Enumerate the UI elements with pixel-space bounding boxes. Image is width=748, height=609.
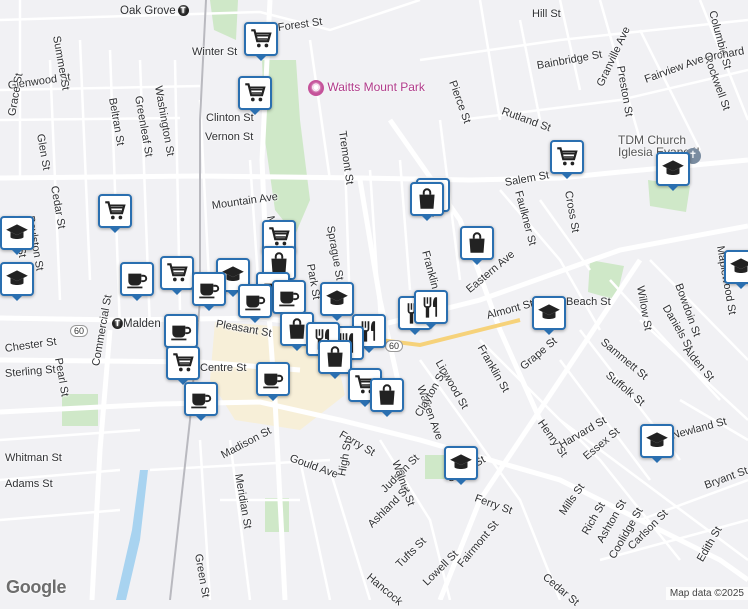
map-marker-coffee-cup[interactable] [238, 284, 272, 323]
coffee-cup-icon [124, 266, 150, 292]
school-icon [324, 286, 350, 312]
map-marker-shopping-bag[interactable] [318, 340, 352, 379]
transit-oak-grove[interactable]: Oak Grove T [120, 5, 189, 17]
shopping-bag-icon [464, 230, 490, 256]
road-commercial [89, 329, 113, 600]
map-marker-school[interactable] [444, 446, 478, 485]
shopping-cart-icon [554, 144, 580, 170]
map-marker-school[interactable] [640, 424, 674, 463]
street-label: Beach St [566, 296, 611, 308]
road-franklin [387, 118, 543, 422]
map-marker-shopping-bag[interactable] [460, 226, 494, 265]
map-marker-coffee-cup[interactable] [272, 280, 306, 319]
road-ferry [0, 399, 748, 583]
map-marker-shopping-bag[interactable] [410, 182, 444, 221]
transit-t-icon: T [177, 5, 189, 17]
school-icon [4, 220, 30, 246]
map-marker-school[interactable] [532, 296, 566, 335]
map-canvas[interactable]: ◉ Waitts Mount Park TDM ChurchIglesia Ev… [0, 0, 748, 609]
camera-icon: ◉ [308, 80, 324, 96]
shopping-bag-icon [322, 344, 348, 370]
map-marker-coffee-cup[interactable] [256, 362, 290, 401]
shopping-bag-icon [374, 382, 400, 408]
restaurant-icon [418, 294, 444, 320]
map-marker-shopping-cart[interactable] [160, 256, 194, 295]
coffee-cup-icon [196, 276, 222, 302]
river [116, 470, 148, 600]
coffee-cup-icon [260, 366, 286, 392]
map-marker-school[interactable] [0, 216, 34, 255]
map-marker-school[interactable] [320, 282, 354, 321]
map-marker-shopping-cart[interactable] [98, 194, 132, 233]
school-icon [728, 254, 748, 280]
coffee-cup-icon [276, 284, 302, 310]
street-label: Adams St [5, 478, 53, 490]
map-marker-shopping-cart[interactable] [550, 140, 584, 179]
shopping-cart-icon [242, 80, 268, 106]
transit-t-icon: T [112, 318, 123, 330]
map-marker-coffee-cup[interactable] [192, 272, 226, 311]
poi-waitts-mount-park[interactable]: ◉ Waitts Mount Park [308, 80, 425, 96]
map-marker-coffee-cup[interactable] [120, 262, 154, 301]
shopping-cart-icon [170, 350, 196, 376]
school-icon [660, 156, 686, 182]
route-60-shield: 60 [70, 325, 89, 337]
street-label: Hill St [532, 8, 561, 20]
google-logo: Google [6, 577, 67, 597]
school-icon [644, 428, 670, 454]
park-south [265, 498, 289, 532]
school-icon [4, 266, 30, 292]
map-marker-school[interactable] [0, 262, 34, 301]
map-attribution[interactable]: Map data ©2025 [665, 587, 748, 600]
map-marker-restaurant[interactable] [414, 290, 448, 329]
street-label: Centre St [200, 362, 247, 374]
coffee-cup-icon [242, 288, 268, 314]
school-icon [448, 450, 474, 476]
map-marker-shopping-cart[interactable] [166, 346, 200, 385]
street-label: Winter St [192, 46, 238, 58]
map-marker-coffee-cup[interactable] [164, 314, 198, 353]
road-sprague [357, 179, 403, 391]
coffee-cup-icon [188, 386, 214, 412]
map-marker-shopping-cart[interactable] [244, 22, 278, 61]
shopping-cart-icon [164, 260, 190, 286]
map-marker-coffee-cup[interactable] [184, 382, 218, 421]
coffee-cup-icon [168, 318, 194, 344]
street-label: Vernon St [205, 131, 254, 143]
map-marker-shopping-cart[interactable] [238, 76, 272, 115]
school-icon [536, 300, 562, 326]
map-marker-school[interactable] [656, 152, 690, 191]
park-walnut [425, 455, 445, 479]
shopping-cart-icon [248, 26, 274, 52]
street-label: Whitman St [5, 452, 62, 464]
shopping-bag-icon [414, 186, 440, 212]
park-north [210, 0, 238, 40]
route-60-shield: 60 [385, 340, 404, 352]
shopping-cart-icon [102, 198, 128, 224]
map-marker-school[interactable] [724, 250, 748, 289]
street-label: Clinton St [206, 112, 254, 124]
map-marker-shopping-bag[interactable] [370, 378, 404, 417]
